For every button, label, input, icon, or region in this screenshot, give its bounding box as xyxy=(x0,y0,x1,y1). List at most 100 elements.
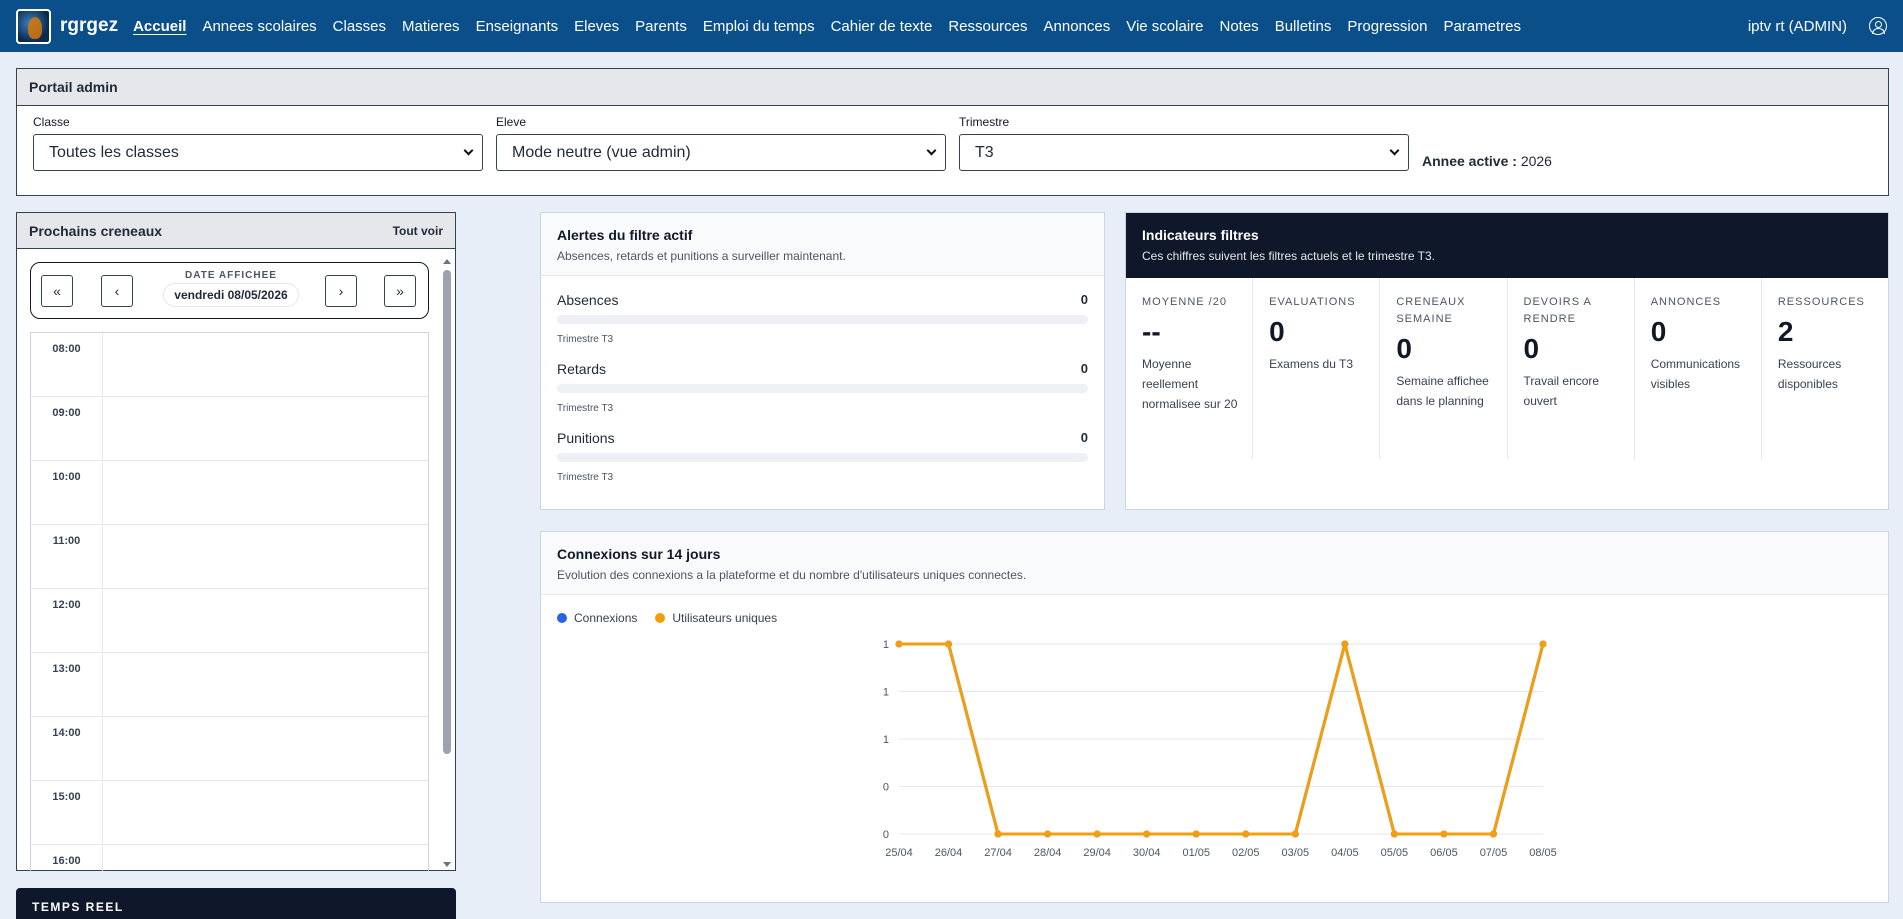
x-tick-label: 29/04 xyxy=(1083,847,1111,859)
alert-count: 0 xyxy=(1080,361,1088,376)
user-account-icon[interactable] xyxy=(1869,17,1887,35)
data-point[interactable] xyxy=(1440,830,1448,838)
first-date-button[interactable]: « xyxy=(41,275,73,307)
stat-description: Ressources disponibles xyxy=(1777,357,1842,391)
trimestre-select[interactable]: T3 xyxy=(959,134,1409,171)
nav-link-eleves[interactable]: Eleves xyxy=(574,18,619,35)
chevron-down-icon xyxy=(463,145,474,156)
legend-dot-icon xyxy=(557,613,567,623)
last-date-button[interactable]: » xyxy=(384,275,416,307)
data-point[interactable] xyxy=(1390,830,1398,838)
trimestre-select-value: T3 xyxy=(975,143,994,161)
data-point[interactable] xyxy=(1143,830,1151,838)
see-all-link[interactable]: Tout voir xyxy=(393,224,443,238)
next-date-button[interactable]: › xyxy=(325,275,357,307)
brand[interactable]: rgrgez xyxy=(16,8,119,44)
legend-item[interactable]: Connexions xyxy=(557,611,637,625)
data-point[interactable] xyxy=(1291,830,1299,838)
classe-select[interactable]: Toutes les classes xyxy=(33,134,483,171)
scroll-down-icon[interactable] xyxy=(443,862,451,867)
x-tick-label: 30/04 xyxy=(1133,847,1161,859)
eleve-select[interactable]: Mode neutre (vue admin) xyxy=(496,134,946,171)
data-point[interactable] xyxy=(994,830,1002,838)
stat-value: 0 xyxy=(1523,333,1540,364)
nav-user-area: iptv rt (ADMIN) xyxy=(1748,17,1887,35)
time-slot[interactable]: 12:00 xyxy=(31,589,428,653)
nav-links: Accueil Annees scolaires Classes Matieres En… xyxy=(133,18,1537,35)
time-slot-hour: 10:00 xyxy=(31,461,103,524)
time-slot-hour: 14:00 xyxy=(31,717,103,780)
time-slot-hour: 12:00 xyxy=(31,589,103,652)
trimestre-filter: Trimestre T3 xyxy=(959,115,1409,171)
user-name[interactable]: iptv rt (ADMIN) xyxy=(1748,18,1847,35)
data-point[interactable] xyxy=(1093,830,1101,838)
portal-title: Portail admin xyxy=(17,69,1888,106)
stat-devoirs-a-rendre: Devoirs a rendre 0 Travail encore ouvert xyxy=(1508,278,1635,459)
nav-link-annonces[interactable]: Annonces xyxy=(1044,18,1111,35)
nav-link-annees-scolaires[interactable]: Annees scolaires xyxy=(202,18,316,35)
alert-row: Absences 0 Trimestre T3 xyxy=(541,292,1104,345)
time-slot[interactable]: 16:00 xyxy=(31,845,428,872)
data-point[interactable] xyxy=(895,640,903,648)
timeline[interactable]: 08:00 09:00 10:00 11:00 12:00 13:00 14:00 15:00… xyxy=(30,332,429,872)
nav-link-vie-scolaire[interactable]: Vie scolaire xyxy=(1126,18,1203,35)
legend-item[interactable]: Utilisateurs uniques xyxy=(655,611,777,625)
alert-count: 0 xyxy=(1080,430,1088,445)
x-tick-label: 06/05 xyxy=(1430,847,1458,859)
eleve-label: Eleve xyxy=(496,115,527,129)
stat-label: Ressources xyxy=(1777,296,1865,308)
nav-link-emploi-du-temps[interactable]: Emploi du temps xyxy=(703,18,815,35)
data-point[interactable] xyxy=(1044,830,1052,838)
x-tick-label: 02/05 xyxy=(1232,847,1260,859)
alerts-subtitle: Absences, retards et punitions a surveil… xyxy=(557,249,846,263)
scroll-up-icon[interactable] xyxy=(443,259,451,264)
brand-name: rgrgez xyxy=(60,15,119,36)
nav-link-ressources[interactable]: Ressources xyxy=(948,18,1027,35)
nav-link-matieres[interactable]: Matieres xyxy=(402,18,460,35)
stat-value: 0 xyxy=(1396,333,1412,364)
stat-creneaux-semaine: Creneaux semaine 0 Semaine affichee dans l… xyxy=(1380,278,1508,459)
schedule-scrollbar[interactable] xyxy=(441,255,453,867)
nav-link-progression[interactable]: Progression xyxy=(1347,18,1427,35)
stat-description: Semaine affichee dans le planning xyxy=(1396,374,1489,408)
nav-link-parametres[interactable]: Parametres xyxy=(1443,18,1521,35)
data-point[interactable] xyxy=(1489,830,1497,838)
nav-link-accueil[interactable]: Accueil xyxy=(133,18,186,35)
data-point[interactable] xyxy=(1539,640,1547,648)
date-navigator: « ‹ DATE AFFICHEE vendredi 08/05/2026 › … xyxy=(30,262,429,319)
time-slot-hour: 09:00 xyxy=(31,397,103,460)
legend-dot-icon xyxy=(655,613,666,623)
prev-date-button[interactable]: ‹ xyxy=(101,275,133,307)
nav-link-parents[interactable]: Parents xyxy=(635,18,687,35)
time-slot[interactable]: 15:00 xyxy=(31,781,428,845)
classe-label: Classe xyxy=(33,115,70,129)
scroll-thumb[interactable] xyxy=(443,270,451,754)
time-slot-hour: 08:00 xyxy=(31,333,103,396)
alert-row: Retards 0 Trimestre T3 xyxy=(541,361,1104,414)
classe-filter: Classe Toutes les classes xyxy=(33,115,483,171)
stat-label: Devoirs a rendre xyxy=(1523,296,1592,325)
time-slot[interactable]: 10:00 xyxy=(31,461,428,525)
data-point[interactable] xyxy=(945,640,953,648)
stat-value: 2 xyxy=(1777,316,1794,347)
y-tick-label: 0 xyxy=(883,782,889,794)
time-slot[interactable]: 09:00 xyxy=(31,397,428,461)
date-value: vendredi 08/05/2026 xyxy=(164,284,298,306)
nav-link-enseignants[interactable]: Enseignants xyxy=(476,18,559,35)
data-point[interactable] xyxy=(1341,640,1349,648)
data-point[interactable] xyxy=(1242,830,1250,838)
time-slot[interactable]: 13:00 xyxy=(31,653,428,717)
time-slot[interactable]: 11:00 xyxy=(31,525,428,589)
connections-subtitle: Evolution des connexions a la plateforme… xyxy=(557,568,1027,582)
nav-link-cahier-de-texte[interactable]: Cahier de texte xyxy=(831,18,933,35)
time-slot[interactable]: 08:00 xyxy=(31,333,428,397)
alert-progress-bar xyxy=(557,384,1088,393)
nav-link-classes[interactable]: Classes xyxy=(333,18,386,35)
alert-list: Absences 0 Trimestre T3 Retards 0 Trimestre T… xyxy=(541,292,1104,483)
nav-link-bulletins[interactable]: Bulletins xyxy=(1275,18,1332,35)
data-point[interactable] xyxy=(1192,830,1200,838)
time-slot[interactable]: 14:00 xyxy=(31,717,428,781)
stat-annonces: Annonces 0 Communications visibles xyxy=(1635,278,1762,459)
nav-link-notes[interactable]: Notes xyxy=(1220,18,1259,35)
alert-row: Punitions 0 Trimestre T3 xyxy=(541,430,1104,483)
